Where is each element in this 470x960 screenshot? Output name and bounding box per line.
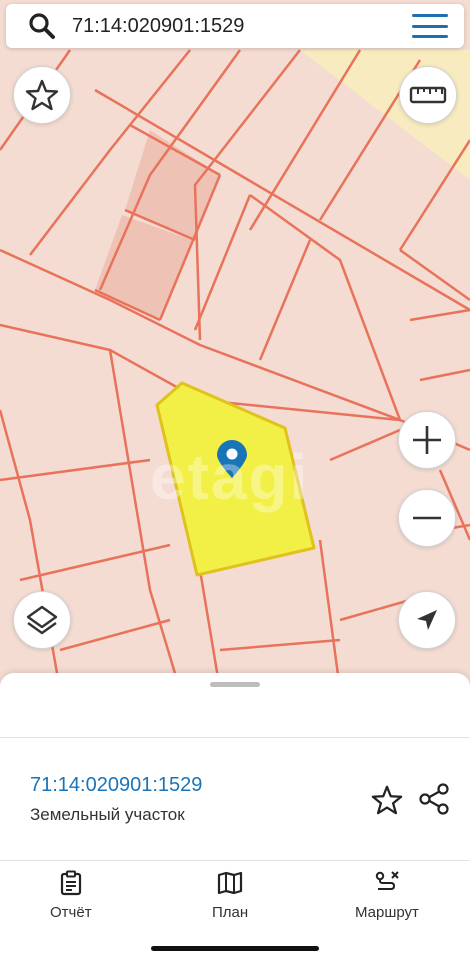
measure-button[interactable] bbox=[399, 66, 457, 124]
search-icon[interactable] bbox=[22, 6, 62, 46]
menu-icon[interactable] bbox=[412, 14, 448, 38]
nav-item-report[interactable]: Отчёт bbox=[50, 870, 92, 921]
home-indicator bbox=[151, 946, 319, 951]
nav-item-route[interactable]: Маршрут bbox=[355, 870, 419, 921]
ruler-icon bbox=[409, 86, 447, 104]
search-bar bbox=[6, 4, 464, 48]
parcel-cadastral-number[interactable]: 71:14:020901:1529 bbox=[30, 774, 202, 797]
favorites-button[interactable] bbox=[13, 66, 71, 124]
search-input[interactable] bbox=[72, 14, 392, 38]
my-location-button[interactable] bbox=[398, 591, 456, 649]
nav-label: Маршрут bbox=[355, 904, 419, 921]
map-view[interactable]: etagi bbox=[0, 0, 470, 690]
star-icon bbox=[371, 785, 403, 815]
share-button[interactable] bbox=[416, 781, 452, 817]
minus-icon bbox=[413, 516, 441, 520]
map-plan-icon bbox=[217, 870, 243, 896]
divider bbox=[0, 737, 470, 738]
navigation-arrow-icon bbox=[417, 610, 437, 630]
zoom-in-button[interactable] bbox=[398, 411, 456, 469]
add-favorite-button[interactable] bbox=[370, 783, 404, 817]
zoom-out-button[interactable] bbox=[398, 489, 456, 547]
layers-button[interactable] bbox=[13, 591, 71, 649]
route-icon bbox=[374, 870, 400, 896]
sheet-drag-handle[interactable] bbox=[210, 682, 260, 687]
layers-icon bbox=[26, 605, 58, 635]
nav-label: Отчёт bbox=[50, 904, 92, 921]
parcel-type-label: Земельный участок bbox=[30, 805, 185, 824]
star-icon bbox=[25, 79, 59, 111]
nav-item-plan[interactable]: План bbox=[212, 870, 248, 921]
plus-icon bbox=[413, 426, 441, 454]
report-icon bbox=[58, 870, 84, 896]
share-icon bbox=[419, 783, 449, 815]
divider bbox=[0, 860, 470, 861]
nav-label: План bbox=[212, 904, 249, 921]
